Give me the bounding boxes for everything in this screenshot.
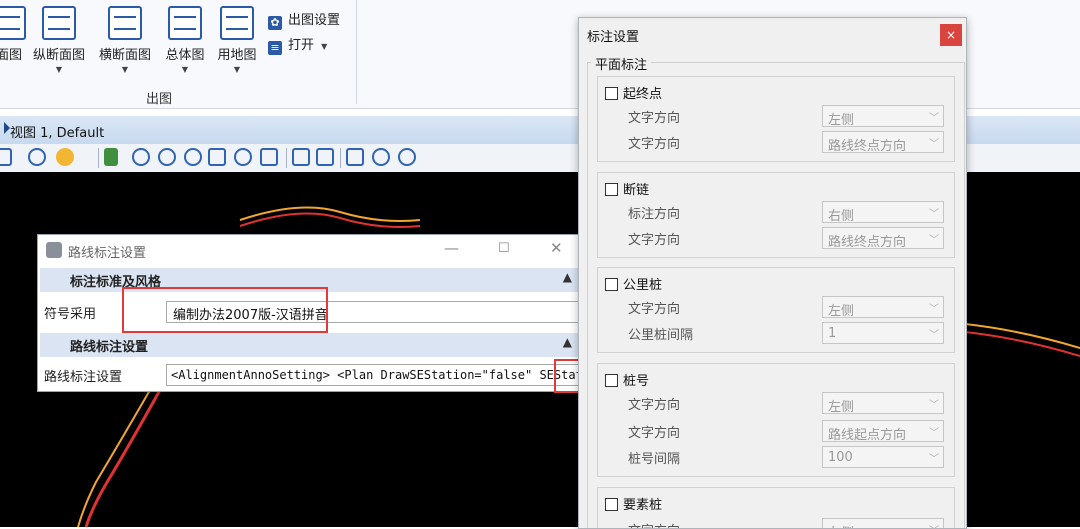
window-area-icon[interactable] — [184, 148, 202, 166]
select-text-direction[interactable]: 路线终点方向 ﹀ — [822, 227, 944, 250]
next-view-icon[interactable] — [316, 148, 334, 166]
section-header-route[interactable]: 路线标注设置 ▲ — [40, 333, 578, 357]
dropdown-arrow-icon[interactable]: ▼ — [30, 65, 88, 74]
annotation-settings-dialog: 标注设置 × 平面标注 起终点 文字方向 左侧 ﹀ 文字方向 路线终点方向 ﹀ … — [578, 17, 967, 529]
road-alignment-left — [77, 389, 151, 527]
zoom-out-icon[interactable] — [158, 148, 176, 166]
lighting-icon[interactable] — [56, 148, 74, 166]
copy-view-icon[interactable] — [346, 148, 364, 166]
checkbox-start-end[interactable] — [605, 87, 618, 100]
cross-section-button[interactable]: 横断面图 ▼ — [96, 6, 154, 78]
panel-start-end: 起终点 文字方向 左侧 ﹀ 文字方向 路线终点方向 ﹀ — [597, 76, 955, 162]
profile-view-icon — [42, 6, 76, 40]
dropdown-arrow-icon[interactable]: ▼ — [162, 65, 208, 74]
ribbon-group-label: 出图 — [146, 92, 173, 107]
chevron-down-icon: ﹀ — [929, 428, 939, 439]
open-icon: ≡ — [268, 41, 282, 55]
panel-element-post: 要素桩 文字方向 左侧 ﹀ — [597, 487, 955, 528]
symbol-label: 符号采用 — [44, 307, 97, 322]
clip-volume-icon[interactable] — [372, 148, 390, 166]
overall-view-icon — [168, 6, 202, 40]
select-text-direction[interactable]: 左侧 ﹀ — [822, 105, 944, 128]
route-setting-label: 路线标注设置 — [44, 370, 123, 385]
profile-view-button[interactable]: 纵断面图 ▼ — [30, 6, 88, 78]
toolbar-separator — [286, 148, 287, 168]
select-text-direction[interactable]: 路线起点方向 ﹀ — [822, 420, 944, 443]
route-setting-field[interactable]: <AlignmentAnnoSetting> <Plan DrawSEStati… — [166, 364, 598, 386]
checkbox-broken-chain[interactable] — [605, 183, 618, 196]
checkbox-kilometer-post[interactable] — [605, 278, 618, 291]
dropdown-arrow-icon[interactable]: ▼ — [214, 65, 260, 74]
select-annotation-direction[interactable]: 右侧 ﹀ — [822, 201, 944, 224]
select-text-direction[interactable]: 左侧 ﹀ — [822, 392, 944, 415]
dialog-title-bar[interactable]: 路线标注设置 — ☐ ✕ — [38, 235, 582, 265]
toolbar-separator — [340, 148, 341, 168]
chevron-down-icon: ﹀ — [929, 522, 939, 528]
checkbox-station[interactable] — [605, 374, 618, 387]
dropdown-arrow-icon[interactable]: ▼ — [96, 65, 154, 74]
zoom-in-icon[interactable] — [132, 148, 150, 166]
open-button[interactable]: ≡ 打开 ▼ — [268, 34, 327, 55]
symbol-select[interactable]: 编制办法2007版-汉语拼音 ▼ — [166, 301, 614, 323]
view-attributes-icon[interactable] — [0, 148, 12, 166]
panel-kilometer-post: 公里桩 文字方向 左侧 ﹀ 公里桩间隔 1 ﹀ — [597, 267, 955, 353]
section-header-style[interactable]: 标注标准及风格 ▲ — [40, 268, 578, 292]
chevron-up-icon[interactable]: ▲ — [563, 270, 572, 284]
view-title: 视图 1, Default — [10, 126, 105, 141]
road-alignment-right — [964, 323, 1080, 349]
panel-station: 桩号 文字方向 左侧 ﹀ 文字方向 路线起点方向 ﹀ 桩号间隔 100 ﹀ — [597, 363, 955, 477]
chevron-down-icon: ﹀ — [929, 235, 939, 246]
select-text-direction[interactable]: 左侧 ﹀ — [822, 518, 944, 528]
chevron-down-icon: ﹀ — [929, 454, 939, 465]
display-style-icon[interactable] — [28, 148, 46, 166]
chevron-down-icon: ﹀ — [929, 304, 939, 315]
dialog-title: 路线标注设置 — [68, 246, 147, 261]
toolbar-separator — [98, 148, 99, 168]
chevron-down-icon: ﹀ — [929, 330, 939, 341]
panel-broken-chain: 断链 标注方向 右侧 ﹀ 文字方向 路线终点方向 ﹀ — [597, 172, 955, 258]
pan-view-icon[interactable] — [260, 148, 278, 166]
chevron-down-icon: ﹀ — [929, 113, 939, 124]
chevron-down-icon: ﹀ — [929, 209, 939, 220]
chevron-down-icon: ﹀ — [929, 400, 939, 411]
ribbon-group-separator — [356, 0, 357, 104]
minimize-button[interactable]: — — [444, 239, 459, 257]
select-text-direction[interactable]: 路线终点方向 ﹀ — [822, 131, 944, 154]
camera-icon[interactable] — [398, 148, 416, 166]
select-station-interval[interactable]: 100 ﹀ — [822, 446, 944, 468]
select-text-direction[interactable]: 左侧 ﹀ — [822, 296, 944, 319]
dropdown-arrow-icon[interactable]: ▼ — [321, 42, 327, 51]
checkbox-element-post[interactable] — [605, 498, 618, 511]
gear-icon: ✿ — [268, 16, 282, 30]
road-alignment-left-edge — [84, 389, 162, 527]
close-button[interactable]: × — [940, 24, 962, 46]
app-icon — [46, 242, 62, 258]
chevron-up-icon[interactable]: ▲ — [563, 335, 572, 349]
plan-view-icon — [0, 6, 26, 40]
plan-view-button[interactable]: 面图 — [0, 6, 26, 78]
overall-view-button[interactable]: 总体图 ▼ — [162, 6, 208, 78]
select-kilometer-interval[interactable]: 1 ﹀ — [822, 322, 944, 344]
dialog-title: 标注设置 — [587, 30, 640, 45]
cross-section-icon — [108, 6, 142, 40]
land-use-button[interactable]: 用地图 ▼ — [214, 6, 260, 78]
route-annotation-dialog: 路线标注设置 — ☐ ✕ 标注标准及风格 ▲ 符号采用 编制办法2007版-汉语… — [37, 234, 614, 393]
fit-view-icon[interactable] — [208, 148, 226, 166]
rotate-view-icon[interactable] — [234, 148, 252, 166]
brush-icon[interactable] — [104, 148, 118, 166]
previous-view-icon[interactable] — [292, 148, 310, 166]
group-title: 平面标注 — [591, 54, 652, 73]
maximize-button[interactable]: ☐ — [498, 241, 510, 256]
close-button[interactable]: ✕ — [550, 239, 563, 257]
land-use-icon — [220, 6, 254, 40]
output-settings-button[interactable]: ✿ 出图设置 — [268, 9, 340, 30]
chevron-down-icon: ﹀ — [929, 139, 939, 150]
